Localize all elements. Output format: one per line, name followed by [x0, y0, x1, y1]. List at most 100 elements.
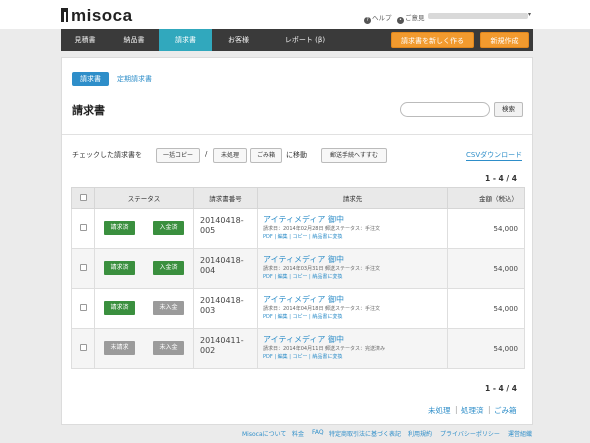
- search-button[interactable]: 検索: [494, 102, 523, 117]
- misoca-logo[interactable]: misoca: [61, 6, 133, 26]
- header-amount[interactable]: 金額（税込）: [447, 187, 525, 209]
- client-cell: アイティメディア 御中 請求日：2014年03月31日 郵送ステータス：手注文 PD…: [257, 248, 448, 289]
- tab-recurring-invoices[interactable]: 定期請求書: [117, 72, 152, 86]
- nav-item-delivery[interactable]: 納品書: [109, 29, 159, 51]
- csv-download-link[interactable]: CSVダウンロード: [466, 150, 523, 161]
- create-new-button[interactable]: 新規作成: [480, 32, 529, 48]
- row-select: [71, 208, 95, 249]
- row-checkbox[interactable]: [79, 224, 87, 231]
- header-invoice-number[interactable]: 請求書番号: [193, 187, 258, 209]
- footer-about-link[interactable]: Misocaについて: [242, 429, 286, 438]
- invoice-number-cell: 20140418- 005: [193, 208, 258, 249]
- mail-procedure-button[interactable]: 郵送手続へすすむ: [321, 148, 387, 163]
- bulk-action-label: チェックした請求書を: [72, 151, 142, 159]
- invoice-number-date: 20140411-: [200, 336, 244, 345]
- client-cell: アイティメディア 御中 請求日：2014年04月18日 郵送ステータス：手注文 PD…: [257, 288, 448, 329]
- status-cell: 請求済 入金済: [94, 248, 194, 289]
- invoice-table: ステータス 請求書番号 請求先 金額（税込） 請求済 入金済 20140418- 0…: [71, 187, 525, 369]
- billing-status-badge[interactable]: 未請求: [104, 341, 135, 355]
- footer-faq-link[interactable]: FAQ: [312, 429, 324, 436]
- billing-status-badge[interactable]: 請求済: [104, 301, 135, 315]
- invoice-number-cell: 20140411- 002: [193, 328, 258, 369]
- invoice-number-date: 20140418-: [200, 256, 244, 265]
- chevron-down-icon[interactable]: ▾: [528, 11, 531, 18]
- select-all-checkbox[interactable]: [79, 193, 87, 201]
- client-cell: アイティメディア 御中 請求日：2014年04月11日 郵送ステータス：完送済み P…: [257, 328, 448, 369]
- table-row: 請求済 入金済 20140418- 004 アイティメディア 御中 請求日：2014年…: [71, 248, 525, 289]
- speech-bubble-icon: •: [397, 17, 404, 24]
- move-trash-button[interactable]: ごみ箱: [250, 148, 282, 163]
- invoice-number-cell: 20140418- 004: [193, 248, 258, 289]
- bulk-copy-button[interactable]: 一括コピー: [156, 148, 200, 163]
- client-name-link[interactable]: アイティメディア 御中: [263, 294, 447, 305]
- invoice-action-links[interactable]: PDF | 編集 | コピー | 納品書に変換: [263, 313, 447, 321]
- pagination-count-bottom: 1 - 4 / 4: [485, 384, 517, 393]
- content-card: 請求書 定期請求書 請求書 検索 チェックした請求書を 一括コピー / 未処理 …: [61, 57, 533, 425]
- feedback-label: ご意見: [405, 14, 425, 22]
- invoice-number-seq: 004: [200, 266, 216, 275]
- move-label: に移動: [286, 151, 307, 159]
- billing-status-badge[interactable]: 請求済: [104, 261, 135, 275]
- footer-law-link[interactable]: 特定商取引法に基づく表記: [329, 429, 401, 438]
- nav-item-customers[interactable]: お客様: [212, 29, 265, 51]
- client-name-link[interactable]: アイティメディア 御中: [263, 214, 447, 225]
- row-select: [71, 248, 95, 289]
- invoice-action-links[interactable]: PDF | 編集 | コピー | 納品書に変換: [263, 353, 447, 361]
- tab-invoices[interactable]: 請求書: [72, 72, 109, 86]
- client-name-link[interactable]: アイティメディア 御中: [263, 334, 447, 345]
- table-header: ステータス 請求書番号 請求先 金額（税込）: [71, 187, 525, 209]
- main-nav: 見積書 納品書 請求書 お客様 レポート (β) 請求書を新しく作る 新規作成: [61, 29, 533, 51]
- invoice-number-seq: 003: [200, 306, 216, 315]
- status-cell: 請求済 入金済: [94, 208, 194, 249]
- footer-privacy-link[interactable]: プライバシーポリシー: [440, 429, 500, 438]
- help-link[interactable]: ? ヘルプ: [364, 12, 392, 24]
- header-select-all[interactable]: [71, 187, 95, 209]
- table-row: 請求済 入金済 20140418- 005 アイティメディア 御中 請求日：2014年…: [71, 208, 525, 249]
- invoice-number-seq: 002: [200, 346, 216, 355]
- divider: [62, 134, 532, 135]
- amount-cell: 54,000: [447, 328, 525, 369]
- user-account-name[interactable]: [428, 13, 528, 19]
- create-invoice-button[interactable]: 請求書を新しく作る: [391, 32, 474, 48]
- logo-mark-icon: [61, 8, 68, 22]
- brand-name: misoca: [71, 6, 133, 25]
- row-checkbox[interactable]: [79, 344, 87, 351]
- amount-cell: 54,000: [447, 288, 525, 329]
- pagination-count-top: 1 - 4 / 4: [485, 174, 517, 183]
- feedback-link[interactable]: • ご意見: [397, 12, 425, 24]
- footer-terms-link[interactable]: 利用規約: [408, 429, 432, 438]
- header-status: ステータス: [94, 187, 194, 209]
- separator: /: [205, 150, 208, 158]
- billing-status-badge[interactable]: 請求済: [104, 221, 135, 235]
- nav-item-invoices[interactable]: 請求書: [159, 29, 212, 51]
- invoice-number-date: 20140418-: [200, 216, 244, 225]
- help-label: ヘルプ: [372, 14, 392, 22]
- nav-item-reports[interactable]: レポート (β): [265, 29, 345, 51]
- folder-trash-link[interactable]: ごみ箱: [494, 405, 517, 416]
- invoice-action-links[interactable]: PDF | 編集 | コピー | 納品書に変換: [263, 233, 447, 241]
- amount-cell: 54,000: [447, 248, 525, 289]
- page-title: 請求書: [72, 104, 105, 117]
- search-input[interactable]: [400, 102, 490, 117]
- nav-item-estimates[interactable]: 見積書: [61, 29, 109, 51]
- row-checkbox[interactable]: [79, 304, 87, 311]
- payment-status-badge[interactable]: 未入金: [153, 341, 184, 355]
- header-client[interactable]: 請求先: [257, 187, 448, 209]
- table-row: 未請求 未入金 20140411- 002 アイティメディア 御中 請求日：2014年…: [71, 328, 525, 369]
- amount-cell: 54,000: [447, 208, 525, 249]
- invoice-action-links[interactable]: PDF | 編集 | コピー | 納品書に変換: [263, 273, 447, 281]
- row-checkbox[interactable]: [79, 264, 87, 271]
- status-cell: 未請求 未入金: [94, 328, 194, 369]
- payment-status-badge[interactable]: 未入金: [153, 301, 184, 315]
- footer-pricing-link[interactable]: 料金: [292, 429, 304, 438]
- payment-status-badge[interactable]: 入金済: [153, 261, 184, 275]
- folder-unprocessed-link[interactable]: 未処理: [428, 405, 451, 416]
- payment-status-badge[interactable]: 入金済: [153, 221, 184, 235]
- move-unprocessed-button[interactable]: 未処理: [213, 148, 247, 163]
- invoice-number-cell: 20140418- 003: [193, 288, 258, 329]
- row-select: [71, 288, 95, 329]
- folder-processed-link[interactable]: 処理済: [461, 405, 484, 416]
- footer-company-link[interactable]: 運営組織: [508, 429, 532, 438]
- invoice-number-seq: 005: [200, 226, 216, 235]
- client-name-link[interactable]: アイティメディア 御中: [263, 254, 447, 265]
